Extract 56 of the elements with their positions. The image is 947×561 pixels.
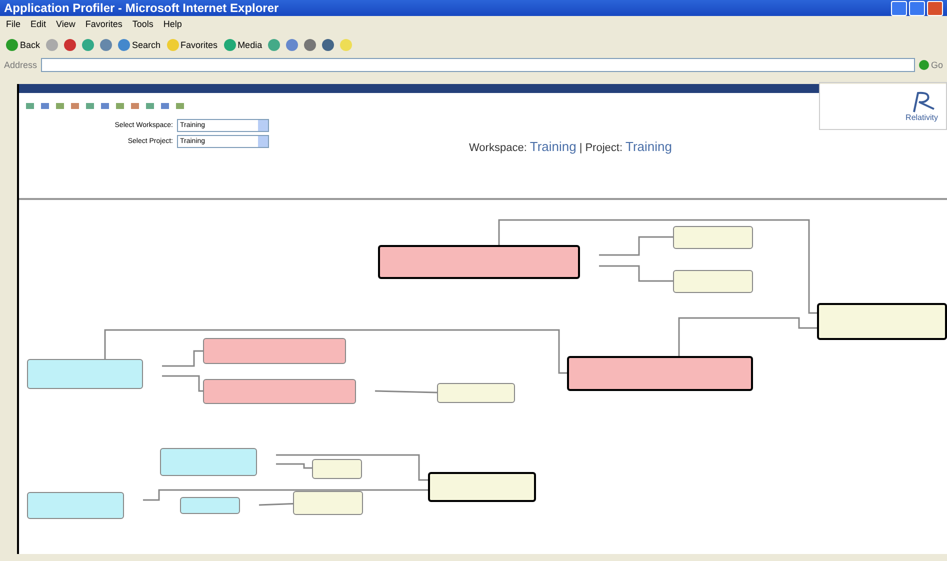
address-label: Address bbox=[4, 60, 38, 70]
toolbar-icon bbox=[340, 39, 352, 51]
menu-item[interactable]: Help bbox=[163, 19, 182, 31]
diagram-node[interactable] bbox=[567, 356, 753, 391]
toolbar-icon bbox=[224, 39, 236, 51]
diagram-node[interactable] bbox=[293, 491, 363, 515]
go-button[interactable]: Go bbox=[918, 60, 943, 70]
address-field[interactable] bbox=[41, 58, 915, 72]
toolbar-button[interactable]: Favorites bbox=[166, 39, 218, 51]
diagram-node[interactable] bbox=[203, 338, 346, 364]
toolbar-button[interactable]: Search bbox=[118, 39, 161, 51]
toolbar-icon bbox=[322, 39, 334, 51]
toolbar-button[interactable] bbox=[322, 39, 334, 51]
menu-item[interactable]: Edit bbox=[30, 19, 46, 31]
toolbar-button[interactable] bbox=[64, 39, 76, 51]
diagram-node[interactable] bbox=[27, 492, 124, 519]
toolbar-icon bbox=[82, 39, 94, 51]
toolbar-icon bbox=[46, 39, 58, 51]
toolbar-icon bbox=[268, 39, 280, 51]
diagram-node[interactable] bbox=[817, 303, 947, 340]
menu-item[interactable]: Tools bbox=[132, 19, 154, 31]
minimize-button[interactable] bbox=[891, 0, 907, 16]
diagram-node[interactable] bbox=[673, 226, 753, 249]
close-button[interactable] bbox=[927, 0, 943, 16]
toolbar-icon bbox=[304, 39, 316, 51]
toolbar-button[interactable] bbox=[268, 39, 280, 51]
toolbar-button[interactable] bbox=[304, 39, 316, 51]
heading-value: Training bbox=[530, 139, 576, 154]
heading-value: Training bbox=[626, 139, 672, 154]
toolbar-icon bbox=[64, 39, 76, 51]
toolbar-icon bbox=[6, 39, 18, 51]
toolbar-button[interactable]: Media bbox=[224, 39, 262, 51]
diagram-node[interactable] bbox=[437, 383, 515, 403]
toolbar-icon bbox=[100, 39, 112, 51]
diagram-node[interactable] bbox=[203, 379, 356, 404]
heading-label: Project: bbox=[585, 142, 623, 154]
menu-item[interactable]: File bbox=[6, 19, 21, 31]
diagram-node[interactable] bbox=[312, 459, 362, 479]
heading-separator: | bbox=[579, 142, 582, 154]
window-title: Application Profiler - Microsoft Internet Explorer bbox=[4, 1, 280, 15]
maximize-button[interactable] bbox=[909, 0, 925, 16]
menu-item[interactable]: View bbox=[56, 19, 76, 31]
heading-label: Workspace: bbox=[469, 142, 527, 154]
toolbar-icon bbox=[286, 39, 298, 51]
toolbar-button[interactable] bbox=[100, 39, 112, 51]
toolbar-button[interactable]: Back bbox=[6, 39, 40, 51]
diagram-node[interactable] bbox=[160, 448, 257, 476]
menu-item[interactable]: Favorites bbox=[85, 19, 122, 31]
diagram-node[interactable] bbox=[428, 472, 536, 502]
toolbar-button[interactable] bbox=[82, 39, 94, 51]
diagram-node[interactable] bbox=[180, 497, 240, 514]
diagram-node[interactable] bbox=[673, 270, 753, 293]
toolbar-button[interactable] bbox=[286, 39, 298, 51]
logo-text: Relativity bbox=[906, 112, 938, 122]
diagram-node[interactable] bbox=[27, 359, 143, 389]
diagram-node[interactable] bbox=[378, 245, 580, 279]
